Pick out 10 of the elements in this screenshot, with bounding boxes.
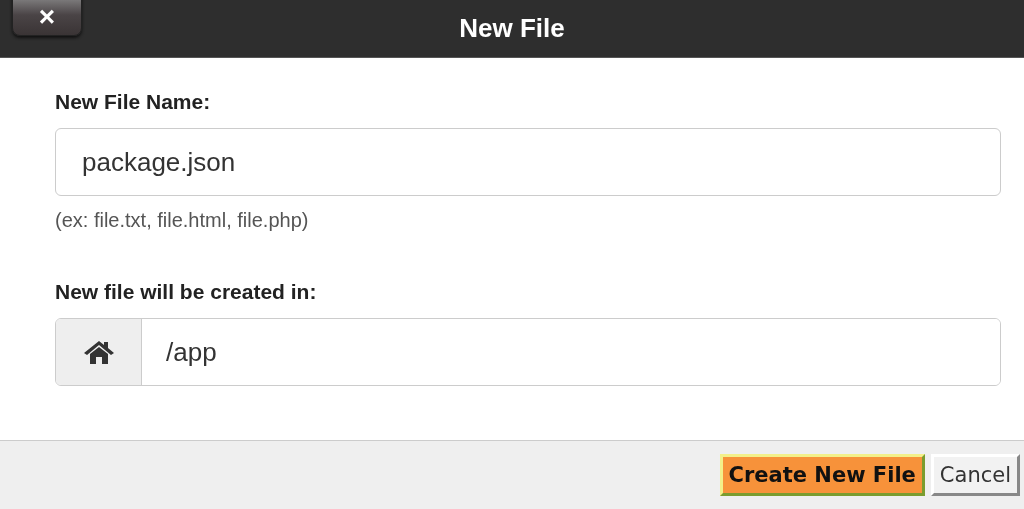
file-name-field[interactable]: package.json bbox=[55, 128, 1001, 196]
window-title: New File bbox=[459, 13, 565, 44]
hint-text: (ex: file.txt, file.html, file.php) bbox=[55, 209, 310, 232]
home-icon bbox=[82, 339, 115, 365]
create-button[interactable]: Create New File bbox=[719, 454, 925, 496]
close-button[interactable]: × bbox=[12, 0, 82, 36]
cancel-button[interactable]: Cancel bbox=[930, 454, 1020, 496]
field-label: New file will be created in: bbox=[55, 280, 318, 304]
field-label: New File Name: bbox=[55, 90, 212, 114]
path-field[interactable]: /app bbox=[55, 318, 1001, 386]
